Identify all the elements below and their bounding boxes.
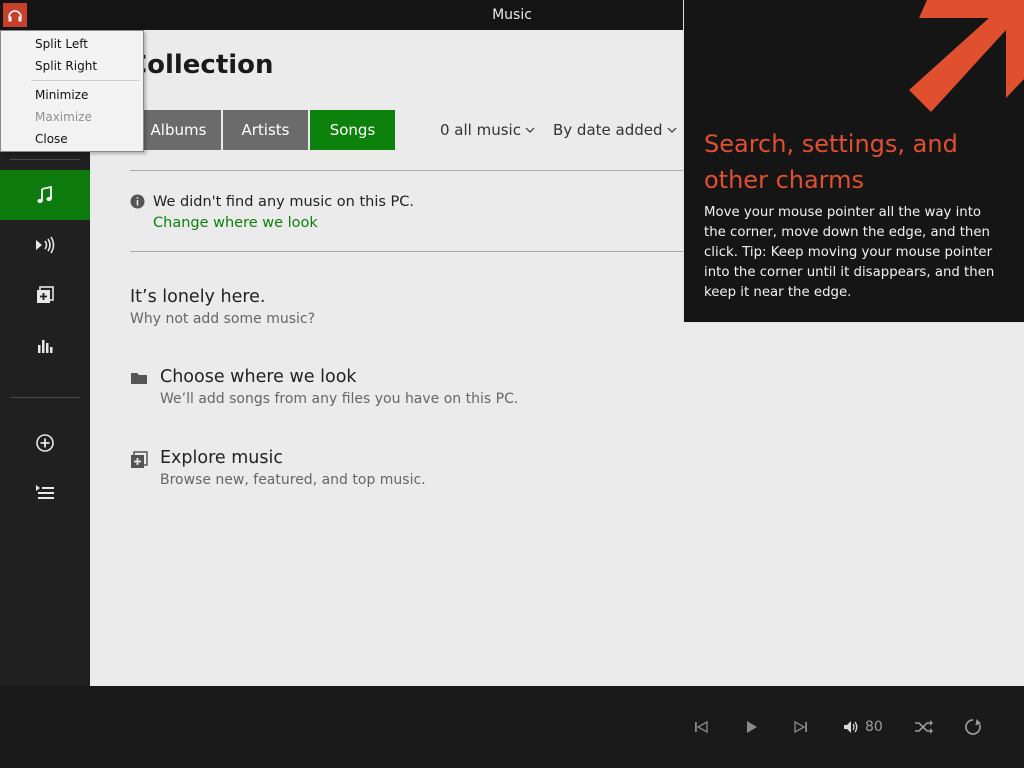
empty-state-title: It’s lonely here.: [130, 287, 266, 307]
tab-artists[interactable]: Artists: [223, 110, 308, 150]
action-subtitle: Browse new, featured, and top music.: [160, 472, 426, 488]
chevron-down-icon: [525, 127, 535, 133]
action-title: Choose where we look: [160, 367, 357, 387]
filter-label: 0 all music: [440, 121, 521, 139]
info-message: We didn't find any music on this PC.: [153, 194, 415, 210]
info-icon: [130, 194, 145, 209]
sidebar-item-explore[interactable]: [0, 270, 90, 320]
menu-item-minimize[interactable]: Minimize: [35, 88, 88, 102]
explore-icon: [131, 451, 148, 468]
equalizer-icon: [38, 340, 53, 353]
sidebar-item-now-playing[interactable]: [0, 467, 90, 517]
repeat-button[interactable]: [964, 716, 982, 738]
page-title: Collection: [128, 50, 274, 80]
folder-icon: [131, 373, 147, 384]
explore-icon: [37, 286, 54, 303]
play-button[interactable]: [746, 716, 758, 738]
menu-separator: [31, 80, 139, 81]
repeat-icon: [965, 719, 981, 735]
sidebar-item-add[interactable]: [0, 418, 90, 468]
menu-item-split-right[interactable]: Split Right: [35, 59, 97, 73]
change-location-link[interactable]: Change where we look: [153, 212, 414, 234]
divider: [130, 251, 684, 252]
sidebar-item-radio[interactable]: [0, 220, 90, 270]
previous-button[interactable]: [694, 716, 708, 738]
tab-albums[interactable]: Albums: [136, 110, 221, 150]
menu-item-maximize: Maximize: [35, 110, 92, 124]
arrow-up-right-icon: [909, 0, 1024, 112]
sort-dropdown[interactable]: By date added: [553, 121, 677, 139]
choose-where-we-look-action[interactable]: Choose where we look We’ll add songs fro…: [130, 366, 518, 410]
filter-dropdown[interactable]: 0 all music: [440, 121, 535, 139]
charms-tip-panel: Search, settings, and other charms Move …: [683, 0, 1024, 323]
sidebar-item-collection[interactable]: [0, 170, 90, 220]
volume-level: 80: [865, 719, 883, 735]
sidebar-item-charts[interactable]: [0, 320, 90, 370]
action-title: Explore music: [160, 448, 283, 468]
play-icon: [747, 721, 757, 733]
playlist-icon: [36, 485, 54, 499]
empty-state-subtitle: Why not add some music?: [130, 311, 316, 327]
charm-tip-title: Search, settings, and other charms: [704, 130, 958, 194]
skip-previous-icon: [695, 720, 708, 734]
tab-songs[interactable]: Songs: [310, 110, 395, 150]
shuffle-button[interactable]: [914, 716, 934, 738]
divider: [130, 170, 684, 171]
action-subtitle: We’ll add songs from any files you have …: [160, 391, 519, 407]
charm-tip-body: Move your mouse pointer all the way into…: [704, 205, 995, 300]
shuffle-icon: [915, 720, 933, 734]
playback-bar: 80: [0, 686, 1024, 768]
menu-item-split-left[interactable]: Split Left: [35, 37, 88, 51]
sort-label: By date added: [553, 121, 663, 139]
volume-button[interactable]: 80: [843, 716, 883, 738]
music-note-icon: [37, 185, 52, 203]
sidebar-divider: [10, 397, 80, 398]
window-context-menu: Split Left Split Right Minimize Maximize…: [0, 30, 144, 152]
music-app-window: Music Collection Albums Artists Songs 0 …: [0, 0, 1024, 768]
sidebar-divider: [10, 159, 80, 160]
skip-next-icon: [794, 720, 807, 734]
explore-music-action[interactable]: Explore music Browse new, featured, and …: [130, 447, 426, 491]
speaker-icon: [844, 721, 858, 733]
next-button[interactable]: [794, 716, 808, 738]
radio-icon: [36, 236, 55, 254]
no-music-notice: We didn't find any music on this PC. Cha…: [130, 192, 414, 234]
chevron-down-icon: [667, 127, 676, 133]
add-circle-icon: [36, 434, 54, 452]
menu-item-close[interactable]: Close: [35, 132, 68, 146]
